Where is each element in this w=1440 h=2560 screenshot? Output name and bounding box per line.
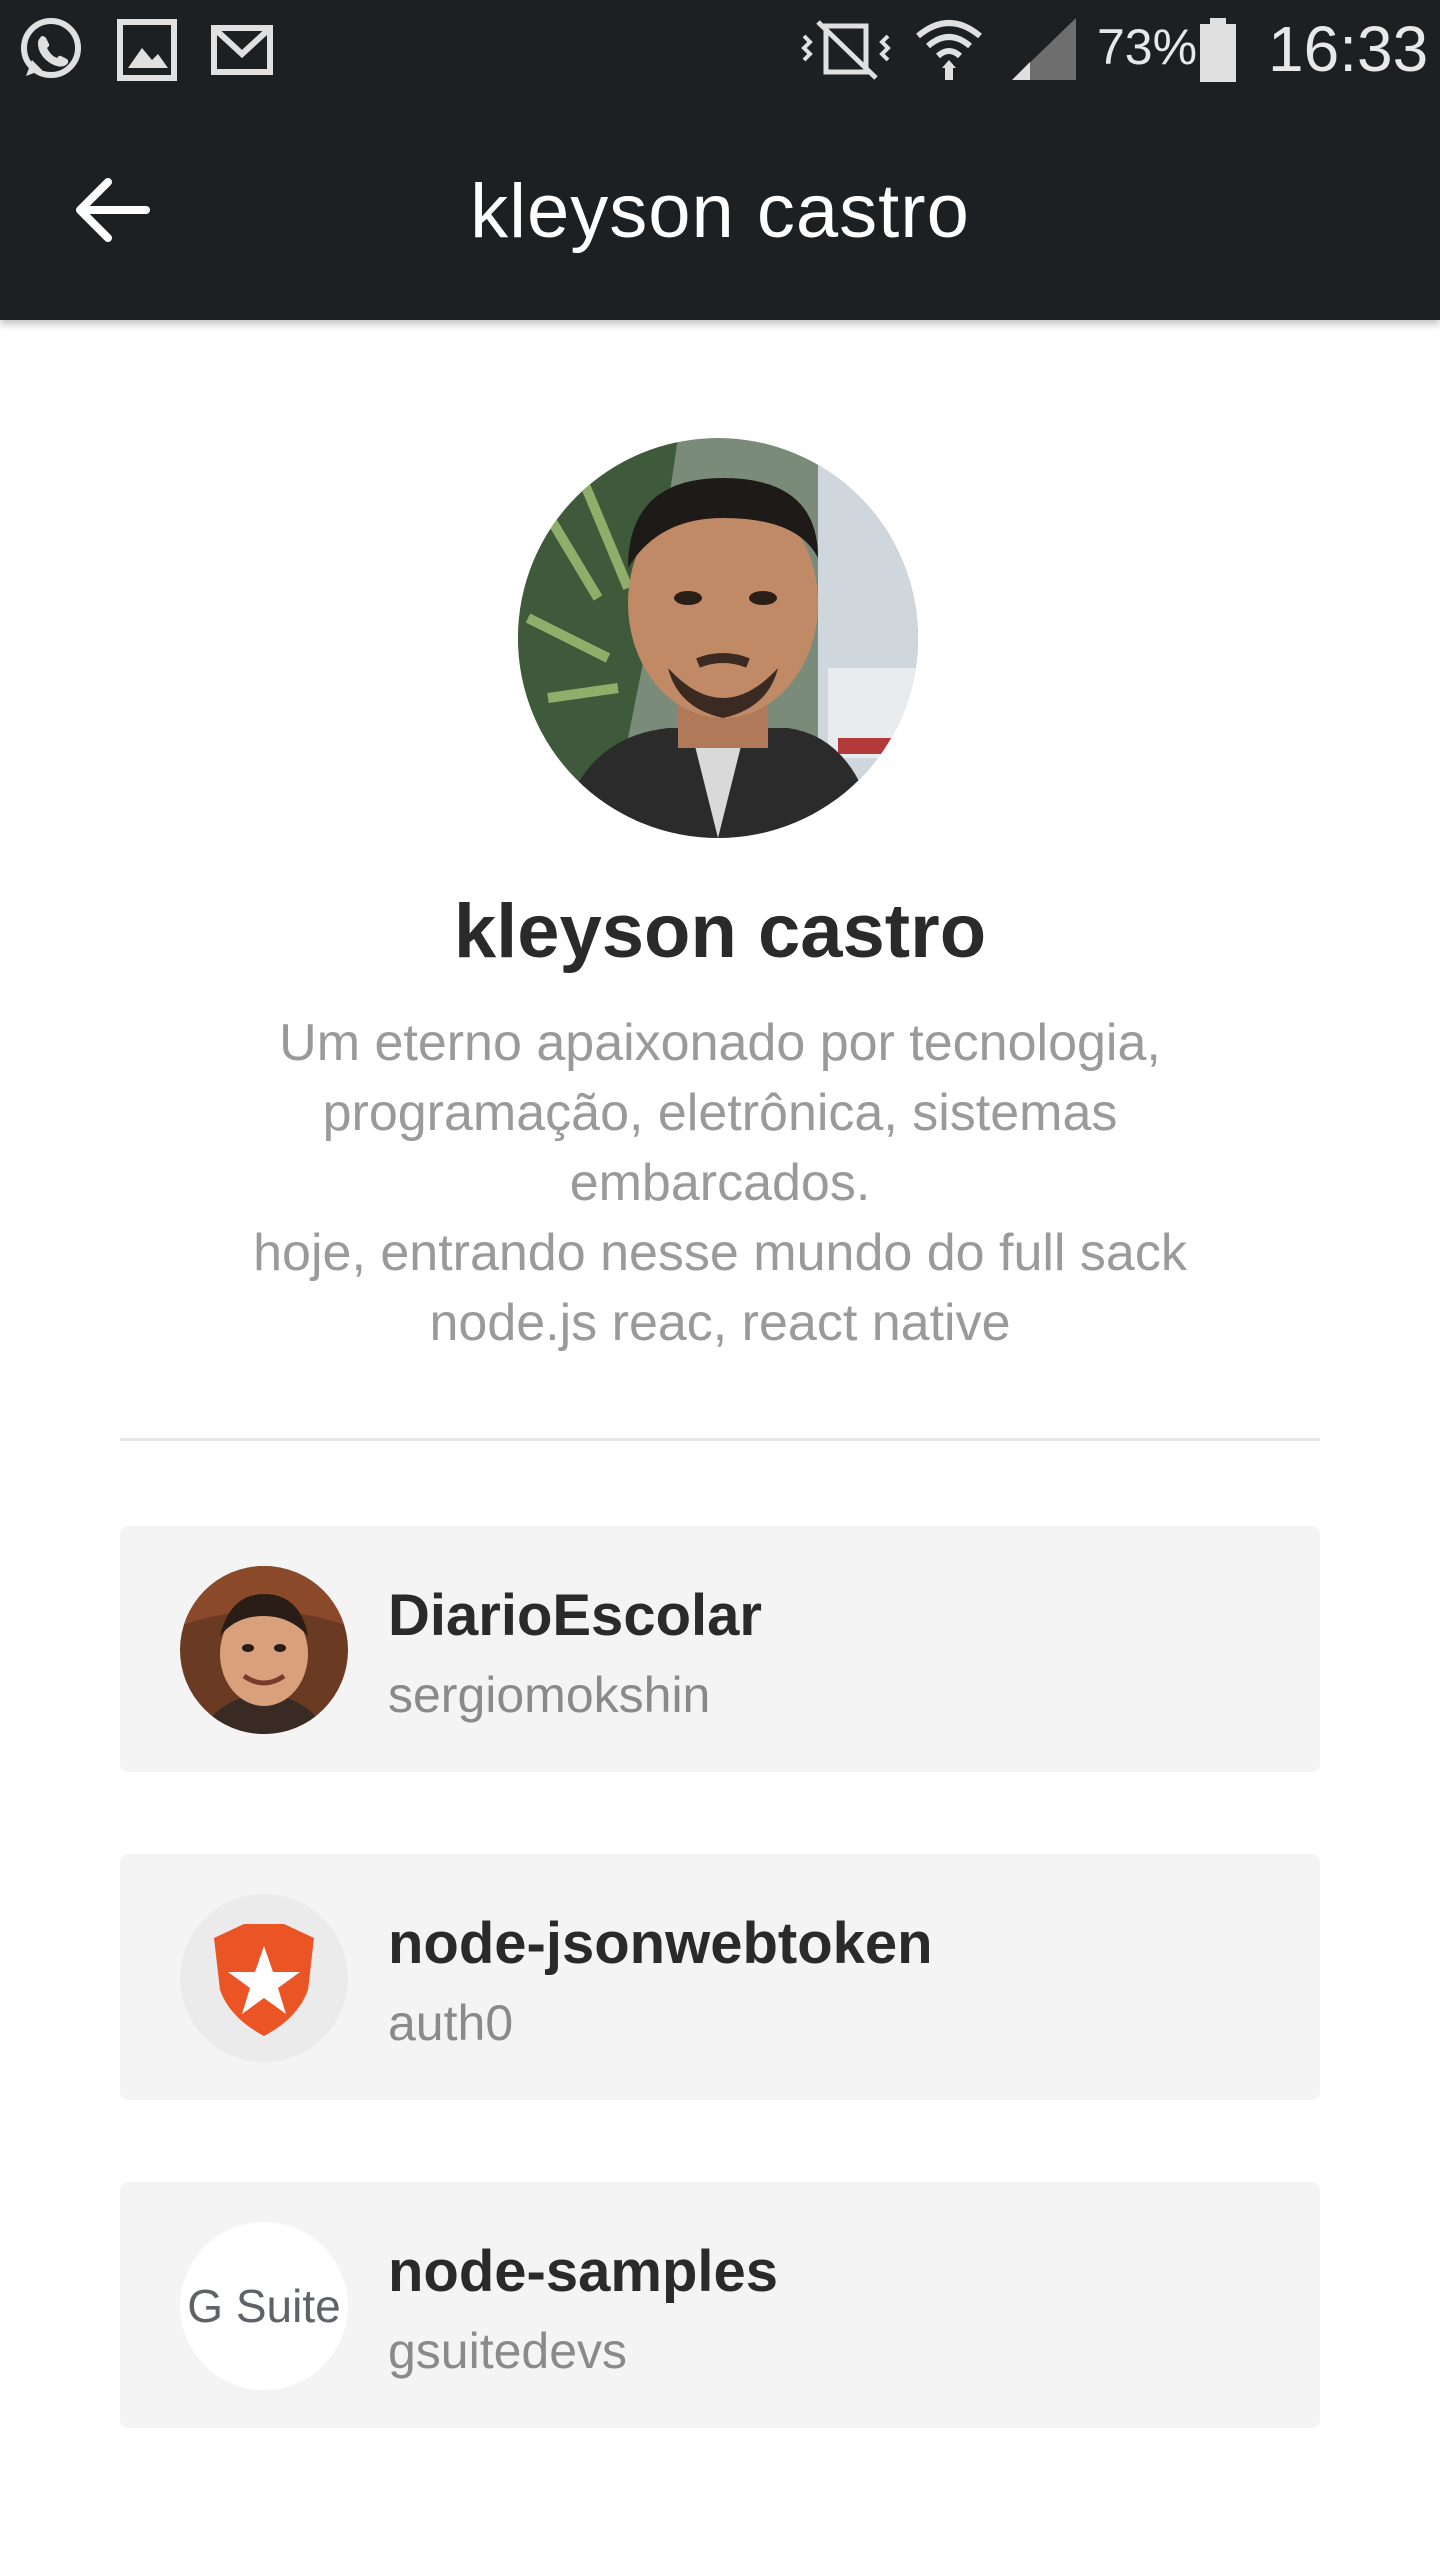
auth0-logo-icon [214, 1924, 314, 2036]
app-bar: kleyson castro [0, 100, 1440, 320]
repo-card[interactable]: G Suite node-samples gsuitedevs [120, 2182, 1320, 2428]
profile-photo [518, 438, 918, 838]
whatsapp-icon [21, 18, 81, 78]
repo-owner-avatar: G Suite [180, 2222, 348, 2390]
repo-owner: auth0 [388, 1995, 514, 2051]
repo-owner-avatar [180, 1894, 348, 2062]
gmail-icon [211, 25, 273, 75]
gsuite-logo-icon: G Suite [187, 2280, 341, 2332]
divider [120, 1438, 1320, 1441]
profile-name: kleyson castro [453, 889, 987, 974]
page-title: kleyson castro [470, 169, 970, 254]
gallery-icon [117, 19, 177, 81]
battery-percentage: 73% [1097, 19, 1198, 75]
repo-card[interactable]: DiarioEscolar sergiomokshin [120, 1526, 1320, 1772]
repo-owner: gsuitedevs [388, 2323, 628, 2379]
person-photo-icon [180, 1566, 348, 1734]
profile-avatar [518, 438, 918, 838]
status-clock: 16:33 [1268, 13, 1429, 85]
status-bar: 73% 16:33 [0, 0, 1440, 100]
wifi-icon [916, 20, 982, 80]
profile-bio: Um eterno apaixonado por tecnologia, pro… [253, 1014, 1187, 1352]
repo-name: node-samples [388, 2239, 778, 2304]
battery-icon [1200, 18, 1236, 82]
vibrate-icon [801, 20, 891, 80]
repo-owner-avatar [180, 1566, 348, 1734]
repo-name: DiarioEscolar [388, 1583, 762, 1648]
repo-name: node-jsonwebtoken [388, 1911, 933, 1976]
repo-owner: sergiomokshin [388, 1667, 711, 1723]
signal-icon [1012, 18, 1076, 80]
repo-card[interactable]: node-jsonwebtoken auth0 [120, 1854, 1320, 2100]
